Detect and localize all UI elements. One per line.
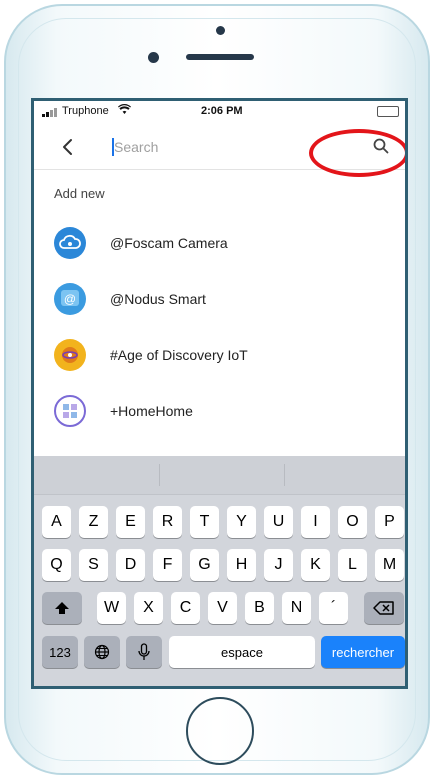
home-grid-icon [54,395,86,427]
key-z[interactable]: Z [79,506,108,538]
globe-key[interactable] [84,636,120,668]
key-l[interactable]: L [338,549,367,581]
key-q[interactable]: Q [42,549,71,581]
shift-key[interactable] [42,592,82,624]
space-key[interactable]: espace [169,636,315,668]
battery-icon [377,106,399,117]
key-y[interactable]: Y [227,506,256,538]
key-w[interactable]: W [97,592,126,624]
key-i[interactable]: I [301,506,330,538]
list-item-homehome[interactable]: +HomeHome [34,383,405,439]
section-label-add-new: Add new [54,186,105,201]
microphone-icon [138,643,150,660]
key-h[interactable]: H [227,549,256,581]
list-item-age-of-discovery-iot[interactable]: #Age of Discovery IoT [34,327,405,383]
search-input[interactable] [114,136,314,158]
list-item-label: #Age of Discovery IoT [110,347,248,363]
discovery-icon [54,339,86,371]
key-u[interactable]: U [264,506,293,538]
earpiece-speaker [186,54,254,60]
key-p[interactable]: P [375,506,404,538]
key-v[interactable]: V [208,592,237,624]
home-button[interactable] [186,697,254,765]
backspace-icon [373,601,394,615]
key-f[interactable]: F [153,549,182,581]
key-accent[interactable]: ´ [319,592,348,624]
list-item-foscam-camera[interactable]: @Foscam Camera [34,215,405,271]
globe-icon [94,644,110,660]
list-item-label: +HomeHome [110,403,193,419]
search-bar [34,123,405,177]
backspace-key[interactable] [364,592,404,624]
status-time: 2:06 PM [201,105,243,117]
dictation-key[interactable] [126,636,162,668]
shift-arrow-icon [55,602,69,614]
key-j[interactable]: J [264,549,293,581]
nodus-at-icon: @ [54,283,86,315]
sensor-dot [216,26,225,35]
key-r[interactable]: R [153,506,182,538]
key-m[interactable]: M [375,549,404,581]
list-item-label: @Foscam Camera [110,235,228,251]
list-item-nodus-smart[interactable]: @ @Nodus Smart [34,271,405,327]
suggestion-bar [34,456,405,495]
numbers-key[interactable]: 123 [42,636,78,668]
front-camera [148,52,159,63]
key-a[interactable]: A [42,506,71,538]
highlight-circle-annotation [309,129,405,177]
cloud-camera-icon [54,227,86,259]
signal-icon [42,108,57,117]
key-t[interactable]: T [190,506,219,538]
wifi-icon [118,104,131,117]
key-s[interactable]: S [79,549,108,581]
phone-screen: Truphone 2:06 PM Add new @Foscam Camera … [31,98,408,689]
key-x[interactable]: X [134,592,163,624]
key-g[interactable]: G [190,549,219,581]
key-n[interactable]: N [282,592,311,624]
key-b[interactable]: B [245,592,274,624]
key-o[interactable]: O [338,506,367,538]
carrier-label: Truphone [62,105,109,117]
key-d[interactable]: D [116,549,145,581]
key-k[interactable]: K [301,549,330,581]
key-e[interactable]: E [116,506,145,538]
svg-text:@: @ [64,292,76,306]
on-screen-keyboard: A Z E R T Y U I O P Q S D F G H J K L M … [34,456,405,686]
list-item-label: @Nodus Smart [110,291,206,307]
back-arrow-icon[interactable] [58,137,78,157]
status-bar: Truphone 2:06 PM [34,101,405,123]
key-c[interactable]: C [171,592,200,624]
search-action-key[interactable]: rechercher [321,636,405,668]
